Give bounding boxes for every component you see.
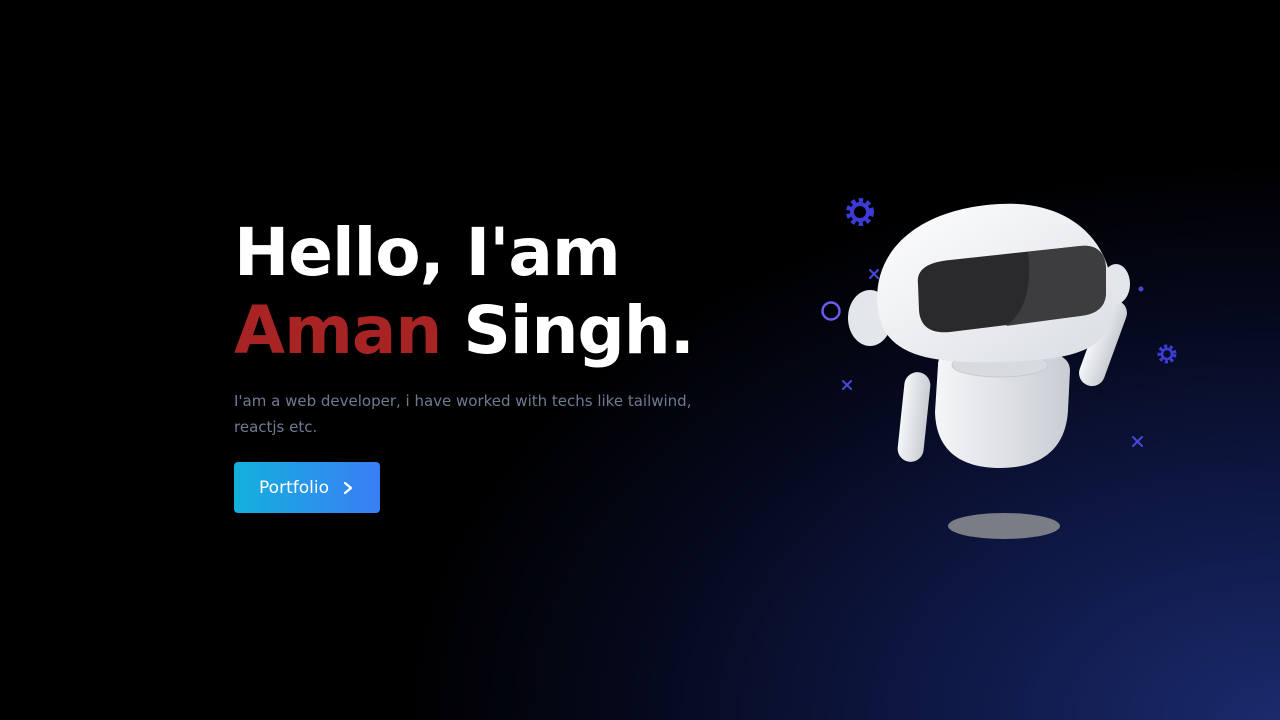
gear-icon (1157, 344, 1177, 364)
cross-icon (842, 380, 852, 390)
cross-icon (869, 269, 879, 279)
name-first-text: Aman (234, 292, 442, 369)
chevron-right-icon (343, 481, 353, 494)
robot-illustration (821, 198, 1177, 539)
hero-description: I'am a web developer, i have worked with… (234, 392, 692, 436)
circle-icon (821, 301, 841, 321)
robot-left-arm (897, 372, 931, 462)
greeting-text: Hello, I'am (234, 214, 621, 291)
cross-icon (1132, 436, 1143, 447)
dot-icon (1138, 286, 1144, 292)
robot-shadow (948, 513, 1060, 539)
name-rest-text: Singh. (441, 292, 694, 369)
portfolio-button[interactable]: Portfolio (234, 462, 380, 513)
gear-icon (846, 198, 874, 226)
hero-headline: Hello, I'am Aman Singh. (234, 214, 734, 370)
portfolio-button-label: Portfolio (259, 477, 329, 498)
hero-text: Hello, I'am Aman Singh. I'am a web devel… (234, 214, 734, 440)
